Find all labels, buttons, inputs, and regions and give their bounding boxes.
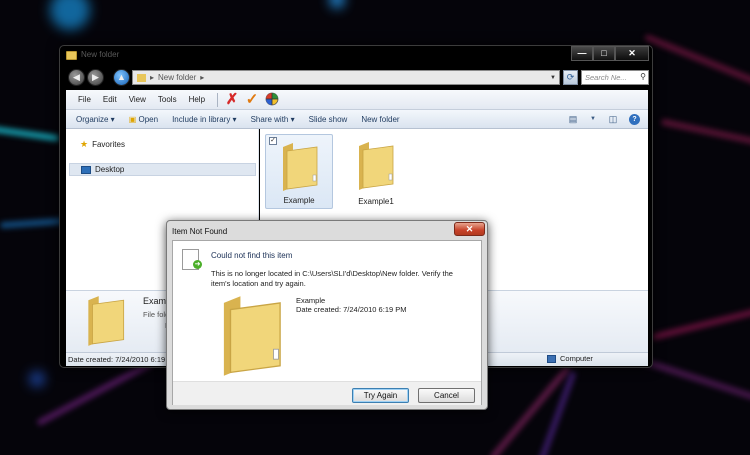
forward-icon[interactable]: ▶: [87, 69, 104, 86]
refresh-icon[interactable]: ⟳: [563, 70, 578, 85]
item-checkbox[interactable]: ✓: [269, 137, 277, 145]
organize-button[interactable]: Organize ▾: [66, 115, 122, 124]
up-icon[interactable]: ▲: [113, 69, 130, 86]
address-toolbar: ◀ ▶ ▲ ▸ New folder ▸ ▼ ⟳ Search Ne... ⚲: [60, 66, 652, 90]
dialog-file-name: Example: [296, 296, 326, 305]
open-button[interactable]: ▣ Open: [122, 115, 165, 124]
menu-edit[interactable]: Edit: [97, 95, 123, 104]
help-icon[interactable]: ?: [629, 113, 640, 125]
arrow-icon: ➜: [193, 260, 202, 269]
dialog-heading: Could not find this item: [211, 251, 293, 260]
breadcrumb-separator-icon[interactable]: ▸: [200, 73, 204, 82]
file-name: Example: [283, 196, 315, 205]
close-button[interactable]: ✕: [615, 46, 649, 61]
window-title: New folder: [81, 50, 120, 59]
nav-desktop-label: Desktop: [95, 165, 125, 174]
breadcrumb-separator-icon[interactable]: ▸: [150, 73, 154, 82]
title-bar[interactable]: New folder — □ ✕: [60, 46, 652, 66]
menu-help[interactable]: Help: [183, 95, 211, 104]
menu-bar: File Edit View Tools Help ✗ ✓: [66, 90, 648, 110]
file-item-example[interactable]: ✓ Example: [265, 134, 333, 209]
folder-icon: [359, 142, 394, 190]
new-folder-button[interactable]: New folder: [354, 115, 406, 124]
menu-separator: [217, 92, 219, 107]
dialog-title: Item Not Found: [172, 227, 228, 236]
search-input[interactable]: Search Ne... ⚲: [581, 70, 649, 85]
share-with-button[interactable]: Share with ▾: [244, 115, 302, 124]
desktop-icon: [81, 165, 91, 174]
computer-icon: [547, 354, 556, 363]
view-controls: ▤ ▼ ◫ ?: [563, 113, 648, 125]
missing-file-icon: ➜: [182, 249, 202, 270]
breadcrumb-new-folder[interactable]: New folder: [158, 73, 196, 82]
command-bar: Organize ▾ ▣ Open Include in library ▾ S…: [66, 110, 648, 129]
back-icon[interactable]: ◀: [68, 69, 85, 86]
address-bar[interactable]: ▸ New folder ▸ ▼: [132, 70, 560, 85]
minimize-button[interactable]: —: [571, 46, 593, 61]
slide-show-button[interactable]: Slide show: [302, 115, 355, 124]
folder-icon: [137, 73, 146, 82]
dialog-button-row: Try Again Cancel: [173, 381, 481, 405]
colorwheel-icon[interactable]: [264, 92, 280, 108]
maximize-button[interactable]: □: [593, 46, 615, 61]
item-not-found-dialog: Item Not Found ✕ ➜ Could not find this i…: [166, 220, 488, 410]
folder-icon: [88, 296, 125, 346]
status-computer-label: Computer: [560, 354, 593, 363]
file-name: Example1: [358, 197, 394, 206]
include-in-library-button[interactable]: Include in library ▾: [165, 115, 244, 124]
open-label: Open: [138, 114, 159, 124]
search-placeholder: Search Ne...: [585, 73, 627, 82]
open-icon: ▣: [128, 114, 137, 124]
dialog-close-button[interactable]: ✕: [454, 222, 485, 236]
chevron-down-icon[interactable]: ▼: [550, 75, 556, 81]
nav-favorites[interactable]: ★ Favorites: [80, 139, 125, 150]
dialog-body: ➜ Could not find this item This is no lo…: [172, 240, 482, 405]
folder-icon: [223, 296, 281, 376]
star-icon: ★: [80, 139, 89, 149]
cancel-button[interactable]: Cancel: [418, 388, 475, 403]
preview-pane-icon[interactable]: ◫: [605, 114, 621, 125]
try-again-button[interactable]: Try Again: [352, 388, 409, 403]
file-item-example1[interactable]: Example1: [342, 134, 410, 209]
dialog-date-created: Date created: 7/24/2010 6:19 PM: [296, 305, 407, 314]
folder-icon: [283, 143, 318, 191]
views-dropdown-icon[interactable]: ▼: [585, 116, 601, 122]
folder-icon: [66, 51, 77, 60]
nav-favorites-label: Favorites: [92, 140, 125, 149]
menu-tools[interactable]: Tools: [152, 95, 183, 104]
caption-buttons: — □ ✕: [571, 46, 649, 61]
dialog-message: This is no longer located in C:\Users\SL…: [211, 269, 453, 288]
menu-view[interactable]: View: [123, 95, 152, 104]
status-date-created: Date created: 7/24/2010 6:19 P: [68, 355, 173, 364]
status-computer: Computer: [547, 354, 593, 363]
nav-desktop[interactable]: Desktop: [69, 163, 256, 176]
checkmark-icon[interactable]: ✓: [244, 92, 260, 108]
views-icon[interactable]: ▤: [565, 114, 581, 125]
search-icon[interactable]: ⚲: [640, 72, 646, 81]
menu-file[interactable]: File: [66, 95, 97, 104]
delete-icon[interactable]: ✗: [224, 92, 240, 108]
